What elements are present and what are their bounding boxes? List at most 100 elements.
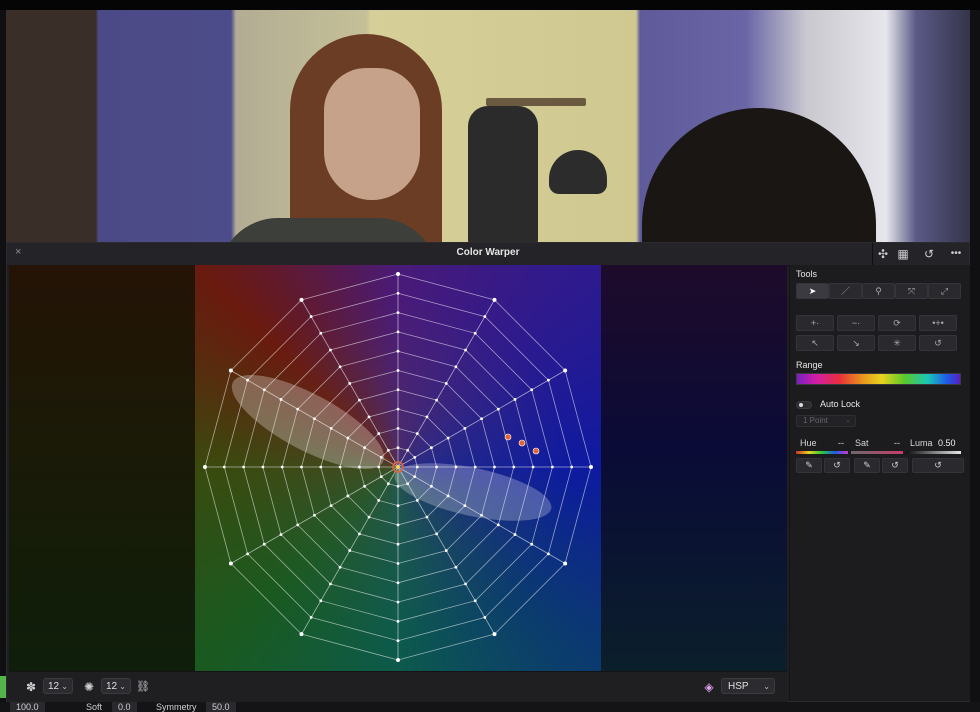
hue-bar[interactable] bbox=[796, 451, 848, 454]
grid-point[interactable] bbox=[329, 427, 333, 430]
grid-point[interactable] bbox=[480, 417, 483, 421]
sat-wheel-icon[interactable]: ✺ bbox=[81, 679, 97, 695]
grid-point[interactable] bbox=[299, 297, 304, 302]
distribute-points-button[interactable]: •+• bbox=[919, 315, 957, 331]
expand-tool-button[interactable]: ⤧ bbox=[895, 283, 928, 299]
sat-bar[interactable] bbox=[851, 451, 903, 454]
grid-point[interactable] bbox=[473, 331, 477, 335]
pin-tool-button[interactable]: ⚲ bbox=[862, 283, 895, 299]
grid-point[interactable] bbox=[379, 475, 383, 479]
sat-points-select[interactable]: 12 ⌄ bbox=[101, 678, 131, 694]
grid-point[interactable] bbox=[396, 388, 400, 392]
grid-point[interactable] bbox=[367, 415, 371, 419]
grid-point[interactable] bbox=[396, 291, 400, 295]
add-point-button[interactable]: +· bbox=[796, 315, 834, 331]
grid-point[interactable] bbox=[299, 632, 304, 637]
grid-point[interactable] bbox=[446, 436, 450, 440]
hue-points-select[interactable]: 12 ⌄ bbox=[43, 678, 73, 694]
soft-value[interactable]: 0.0 bbox=[112, 702, 137, 712]
grid-point[interactable] bbox=[446, 494, 450, 498]
grid-point[interactable] bbox=[358, 465, 361, 469]
grid-point[interactable] bbox=[415, 465, 419, 469]
grid-point[interactable] bbox=[396, 446, 400, 450]
grid-point[interactable] bbox=[396, 427, 400, 430]
grid-point[interactable] bbox=[338, 465, 342, 469]
grid-point[interactable] bbox=[300, 465, 303, 469]
grid-point[interactable] bbox=[464, 582, 467, 586]
auto-lock-toggle[interactable] bbox=[796, 401, 812, 409]
hue-wheel-icon[interactable]: ✽ bbox=[23, 679, 39, 695]
grid-point[interactable] bbox=[413, 475, 417, 479]
grid-point[interactable] bbox=[222, 465, 226, 469]
grid-point[interactable] bbox=[473, 465, 477, 469]
grid-point[interactable] bbox=[246, 378, 249, 382]
grid-point[interactable] bbox=[496, 523, 500, 527]
grid-point[interactable] bbox=[319, 599, 323, 603]
selected-point[interactable] bbox=[504, 433, 512, 441]
grid-point[interactable] bbox=[396, 484, 400, 488]
grid-point[interactable] bbox=[309, 616, 313, 619]
grid-point[interactable] bbox=[358, 398, 361, 402]
luma-bar[interactable] bbox=[906, 451, 961, 454]
fit-tool-button[interactable]: ⤢ bbox=[928, 283, 961, 299]
grid-point[interactable] bbox=[480, 513, 483, 517]
grid-point[interactable] bbox=[377, 499, 381, 502]
reset-points-button[interactable]: ↺ bbox=[919, 335, 957, 351]
grid-point[interactable] bbox=[473, 599, 477, 603]
grid-point[interactable] bbox=[346, 436, 350, 440]
grid-point[interactable] bbox=[454, 365, 458, 369]
luma-reset-button[interactable]: ↺ bbox=[912, 458, 964, 473]
grid-point[interactable] bbox=[262, 542, 266, 546]
grid-point[interactable] bbox=[379, 455, 383, 459]
warper-canvas[interactable] bbox=[9, 265, 787, 671]
grid-point[interactable] bbox=[444, 382, 448, 385]
grid-point[interactable] bbox=[296, 523, 300, 527]
grid-point[interactable] bbox=[512, 465, 516, 469]
grid-point[interactable] bbox=[396, 581, 400, 585]
grid-point[interactable] bbox=[570, 465, 574, 469]
grid-point[interactable] bbox=[246, 552, 249, 556]
grid-point[interactable] bbox=[406, 448, 410, 452]
grid-point[interactable] bbox=[530, 388, 534, 392]
grid-point[interactable] bbox=[413, 455, 417, 459]
sat-picker-button[interactable]: ✎ bbox=[854, 458, 880, 473]
grid-point[interactable] bbox=[492, 632, 497, 637]
symmetry-value[interactable]: 50.0 bbox=[206, 702, 236, 712]
grid-point[interactable] bbox=[425, 515, 429, 519]
grid-view-icon[interactable]: ▦ bbox=[895, 246, 911, 262]
grid-point[interactable] bbox=[406, 482, 410, 486]
grid-point[interactable] bbox=[313, 417, 316, 421]
grid-point[interactable] bbox=[396, 620, 400, 623]
grid-point[interactable] bbox=[430, 446, 433, 450]
grid-point[interactable] bbox=[396, 272, 400, 276]
grid-point[interactable] bbox=[319, 331, 323, 335]
link-icon[interactable]: ⛓ bbox=[135, 679, 151, 695]
grid-point[interactable] bbox=[377, 432, 381, 435]
color-wheel-grid-icon[interactable]: ✣ bbox=[875, 246, 891, 262]
colorspace-select[interactable]: HSP ⌄ bbox=[721, 678, 775, 694]
side-tab[interactable] bbox=[0, 676, 6, 698]
grid-point[interactable] bbox=[296, 407, 300, 411]
hue-reset-button[interactable]: ↺ bbox=[824, 458, 850, 473]
grid-point[interactable] bbox=[319, 465, 323, 469]
range-bar[interactable] bbox=[796, 373, 961, 385]
grid-point[interactable] bbox=[338, 365, 342, 369]
grid-point[interactable] bbox=[242, 465, 246, 469]
video-viewer[interactable] bbox=[6, 10, 970, 242]
grid-point[interactable] bbox=[396, 504, 400, 507]
grid-point[interactable] bbox=[463, 504, 467, 507]
point-count-select[interactable]: 1 Point ⌄ bbox=[796, 415, 856, 427]
grid-point[interactable] bbox=[396, 330, 400, 334]
grid-point[interactable] bbox=[430, 484, 433, 488]
grid-point[interactable] bbox=[338, 565, 342, 569]
grid-point[interactable] bbox=[261, 465, 265, 469]
grid-point[interactable] bbox=[425, 415, 429, 419]
grid-point[interactable] bbox=[396, 311, 400, 314]
grid-point[interactable] bbox=[530, 542, 534, 546]
remove-point-button[interactable]: −· bbox=[837, 315, 875, 331]
grid-point[interactable] bbox=[396, 369, 400, 372]
grid-point[interactable] bbox=[454, 465, 458, 469]
grid-point[interactable] bbox=[367, 515, 371, 519]
grid-point[interactable] bbox=[396, 407, 400, 411]
grid-point[interactable] bbox=[396, 542, 400, 546]
